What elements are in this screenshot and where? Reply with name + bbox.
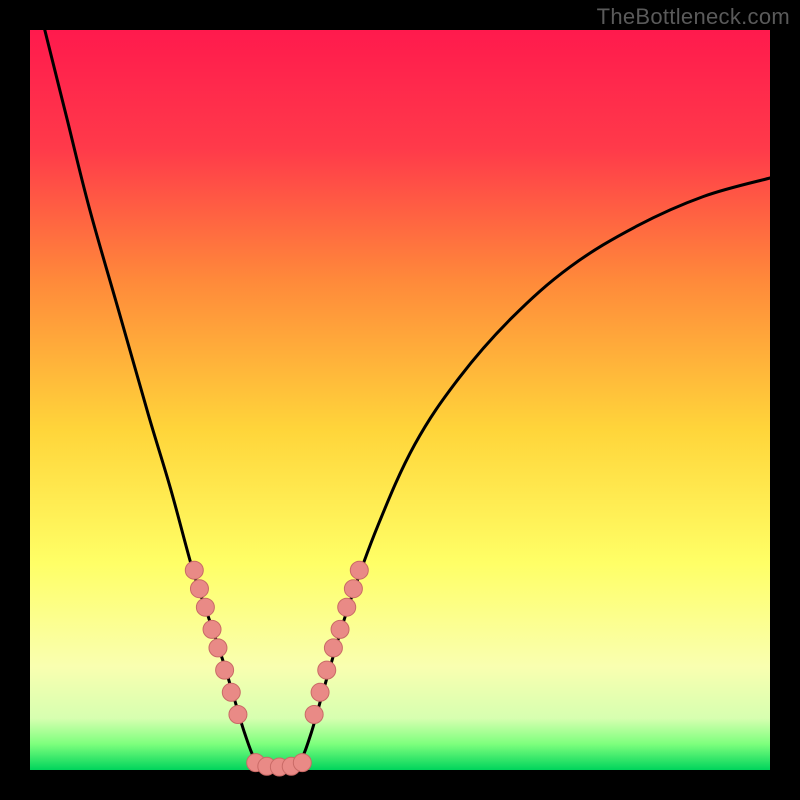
curve-marker [318, 661, 336, 679]
curve-marker [216, 661, 234, 679]
curve-marker [305, 706, 323, 724]
curve-marker [209, 639, 227, 657]
curve-marker [222, 683, 240, 701]
curve-marker [229, 706, 247, 724]
chart-stage: TheBottleneck.com [0, 0, 800, 800]
curve-marker [203, 620, 221, 638]
curve-marker [344, 580, 362, 598]
curve-marker [338, 598, 356, 616]
curve-marker [293, 754, 311, 772]
curve-marker [331, 620, 349, 638]
curve-marker [190, 580, 208, 598]
curve-marker [350, 561, 368, 579]
bottleneck-chart [0, 0, 800, 800]
watermark-text: TheBottleneck.com [597, 4, 790, 30]
plot-background [30, 30, 770, 770]
curve-marker [324, 639, 342, 657]
curve-marker [185, 561, 203, 579]
curve-marker [311, 683, 329, 701]
curve-marker [196, 598, 214, 616]
